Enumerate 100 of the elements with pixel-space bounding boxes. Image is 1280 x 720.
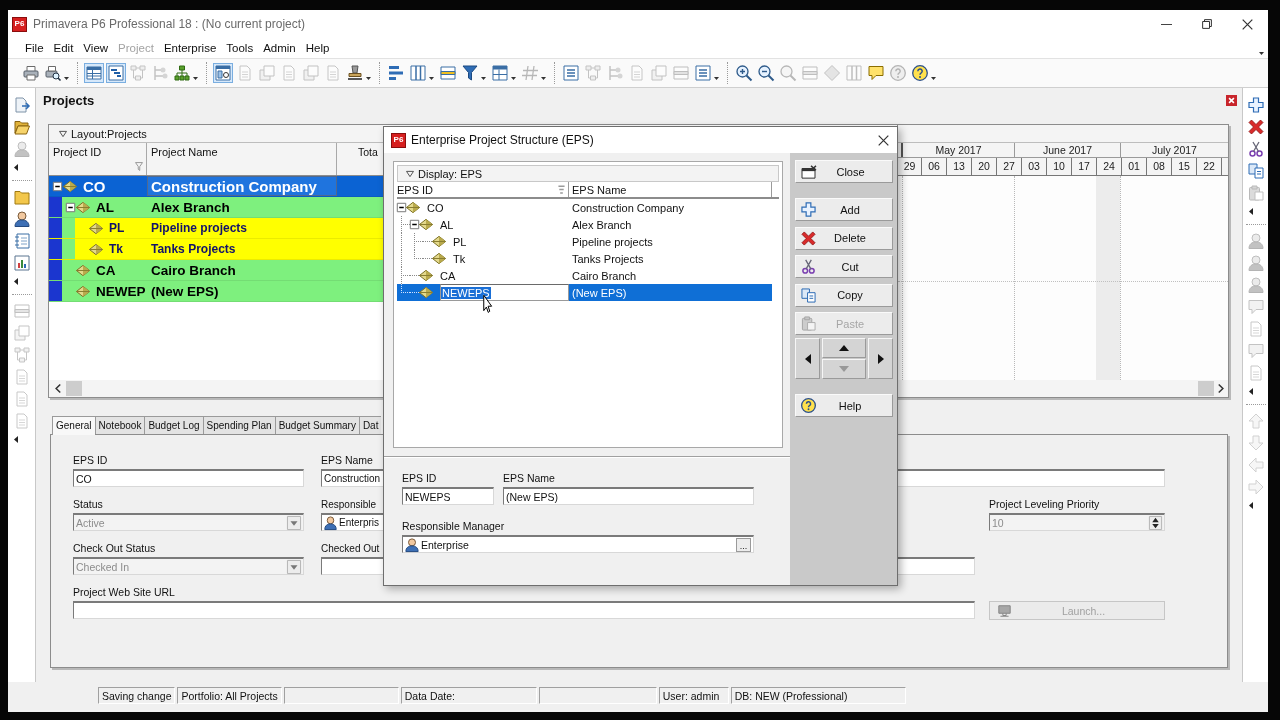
menu-item[interactable]: Help bbox=[300, 42, 335, 54]
small-arrow-icon[interactable] bbox=[1249, 208, 1253, 215]
tab[interactable]: Budget Summary bbox=[274, 416, 359, 434]
table-row-button[interactable] bbox=[438, 63, 458, 83]
table-row[interactable]: AL Alex Branch bbox=[49, 197, 383, 218]
copy-button[interactable] bbox=[1245, 161, 1266, 181]
stamp-button[interactable] bbox=[345, 63, 365, 83]
table-button[interactable] bbox=[84, 63, 104, 83]
column-header[interactable]: Project ID bbox=[53, 146, 146, 158]
input-field[interactable]: NEWEPS bbox=[402, 487, 494, 505]
report-button[interactable] bbox=[561, 63, 581, 83]
menu-item[interactable]: View bbox=[78, 42, 114, 54]
input-field[interactable]: Enterpris bbox=[321, 513, 384, 531]
copy-button[interactable]: Copy bbox=[795, 283, 893, 307]
grid-button[interactable] bbox=[490, 63, 510, 83]
display-menu[interactable]: Display: EPS bbox=[397, 165, 779, 182]
menu-item[interactable]: Enterprise bbox=[158, 42, 222, 54]
sort-icon[interactable] bbox=[558, 185, 565, 194]
caret-icon[interactable] bbox=[366, 76, 371, 80]
table-row[interactable]: Tk Tanks Projects bbox=[49, 239, 383, 260]
tree-row[interactable]: Tk Tanks Projects bbox=[397, 250, 772, 267]
cut-button[interactable]: Cut bbox=[795, 255, 893, 278]
minimize-icon[interactable] bbox=[1161, 23, 1172, 25]
filter-button[interactable] bbox=[460, 63, 480, 83]
small-arrow-icon[interactable] bbox=[1249, 388, 1253, 395]
caret-icon[interactable] bbox=[931, 76, 936, 80]
help-button[interactable] bbox=[910, 63, 930, 83]
menu-item[interactable]: Tools bbox=[221, 42, 259, 54]
tree-row[interactable]: PL Pipeline projects bbox=[397, 233, 772, 250]
close-icon[interactable] bbox=[1226, 94, 1237, 106]
menu-item[interactable]: Admin bbox=[258, 42, 301, 54]
table-row[interactable]: CO Construction Company bbox=[49, 176, 383, 197]
window-layout-button[interactable] bbox=[213, 63, 233, 83]
restore-icon[interactable] bbox=[1202, 19, 1212, 29]
delete-button[interactable] bbox=[1245, 117, 1266, 137]
caret-icon[interactable] bbox=[64, 76, 69, 80]
minus-box-icon[interactable] bbox=[410, 220, 419, 229]
caret-icon[interactable] bbox=[481, 76, 486, 80]
gantt-chart-button[interactable] bbox=[106, 63, 126, 83]
printer-button[interactable] bbox=[21, 63, 41, 83]
minus-box-icon[interactable] bbox=[397, 203, 406, 212]
tab[interactable]: Spending Plan bbox=[202, 416, 275, 434]
small-arrow-icon[interactable] bbox=[14, 164, 18, 171]
close-icon[interactable] bbox=[1242, 18, 1253, 30]
input-field[interactable]: (New EPS) bbox=[503, 487, 754, 505]
table-row[interactable]: CA Cairo Branch bbox=[49, 260, 383, 281]
move-right-button[interactable] bbox=[868, 338, 893, 379]
caret-icon[interactable] bbox=[511, 76, 516, 80]
cell-editor[interactable]: NEWEPS bbox=[440, 284, 569, 301]
bar-list-button[interactable] bbox=[386, 63, 406, 83]
browse-button[interactable]: ... bbox=[736, 537, 751, 552]
small-arrow-icon[interactable] bbox=[1249, 502, 1253, 509]
tab[interactable]: Budget Log bbox=[144, 416, 203, 434]
tab[interactable]: General bbox=[52, 416, 95, 435]
column-header[interactable]: EPS ID bbox=[397, 183, 434, 196]
column-header[interactable]: Project Name bbox=[151, 146, 218, 158]
columns-button[interactable] bbox=[408, 63, 428, 83]
tree-row[interactable]: CO Construction Company bbox=[397, 199, 772, 216]
tab[interactable]: Notebook bbox=[94, 416, 145, 434]
zoom-out-button[interactable] bbox=[756, 63, 776, 83]
tree-row[interactable]: AL Alex Branch bbox=[397, 216, 772, 233]
table-row[interactable]: NEWEP (New EPS) bbox=[49, 281, 383, 302]
tree-row[interactable]: NEWEPS (New EPS) bbox=[397, 284, 772, 301]
table-row[interactable]: PL Pipeline projects bbox=[49, 218, 383, 239]
column-header[interactable]: Tota bbox=[358, 146, 378, 158]
caret-icon[interactable] bbox=[541, 76, 546, 80]
filter-icon[interactable] bbox=[135, 162, 143, 171]
column-header[interactable]: EPS Name bbox=[572, 183, 627, 196]
minus-box-icon[interactable] bbox=[66, 202, 75, 212]
tab[interactable]: Dat bbox=[358, 416, 382, 434]
person-button[interactable] bbox=[11, 209, 32, 229]
comment-button[interactable] bbox=[866, 63, 886, 83]
help-button[interactable]: Help bbox=[795, 394, 893, 417]
add-button[interactable]: Add bbox=[795, 198, 893, 221]
delete-button[interactable]: Delete bbox=[795, 226, 893, 250]
plus-button[interactable] bbox=[1245, 95, 1266, 115]
chart-button[interactable] bbox=[11, 253, 32, 273]
caret-icon[interactable] bbox=[429, 76, 434, 80]
small-arrow-icon[interactable] bbox=[14, 436, 18, 443]
close-icon[interactable] bbox=[878, 134, 889, 146]
input-field[interactable]: Enterprise ... bbox=[402, 535, 754, 553]
menu-item[interactable]: File bbox=[20, 42, 49, 54]
scrollbar-thumb[interactable] bbox=[1198, 381, 1214, 396]
chevron-left-icon[interactable] bbox=[55, 384, 61, 393]
menu-item[interactable]: Edit bbox=[48, 42, 79, 54]
print-preview-button[interactable] bbox=[43, 63, 63, 83]
caret-icon[interactable] bbox=[1259, 51, 1264, 55]
chevron-right-icon[interactable] bbox=[1218, 384, 1224, 393]
input-field[interactable]: CO bbox=[73, 469, 304, 487]
hierarchy-button[interactable] bbox=[172, 63, 192, 83]
move-up-button[interactable] bbox=[822, 338, 866, 358]
caret-icon[interactable] bbox=[714, 76, 719, 80]
caret-icon[interactable] bbox=[193, 76, 198, 80]
small-arrow-icon[interactable] bbox=[14, 278, 18, 285]
scrollbar-thumb[interactable] bbox=[66, 381, 82, 396]
close-button[interactable]: Close bbox=[795, 160, 893, 183]
input-field[interactable] bbox=[73, 601, 975, 619]
zoom-in-button[interactable] bbox=[734, 63, 754, 83]
move-left-button[interactable] bbox=[795, 338, 820, 379]
layout-menu[interactable]: Layout:Projects bbox=[59, 127, 147, 140]
